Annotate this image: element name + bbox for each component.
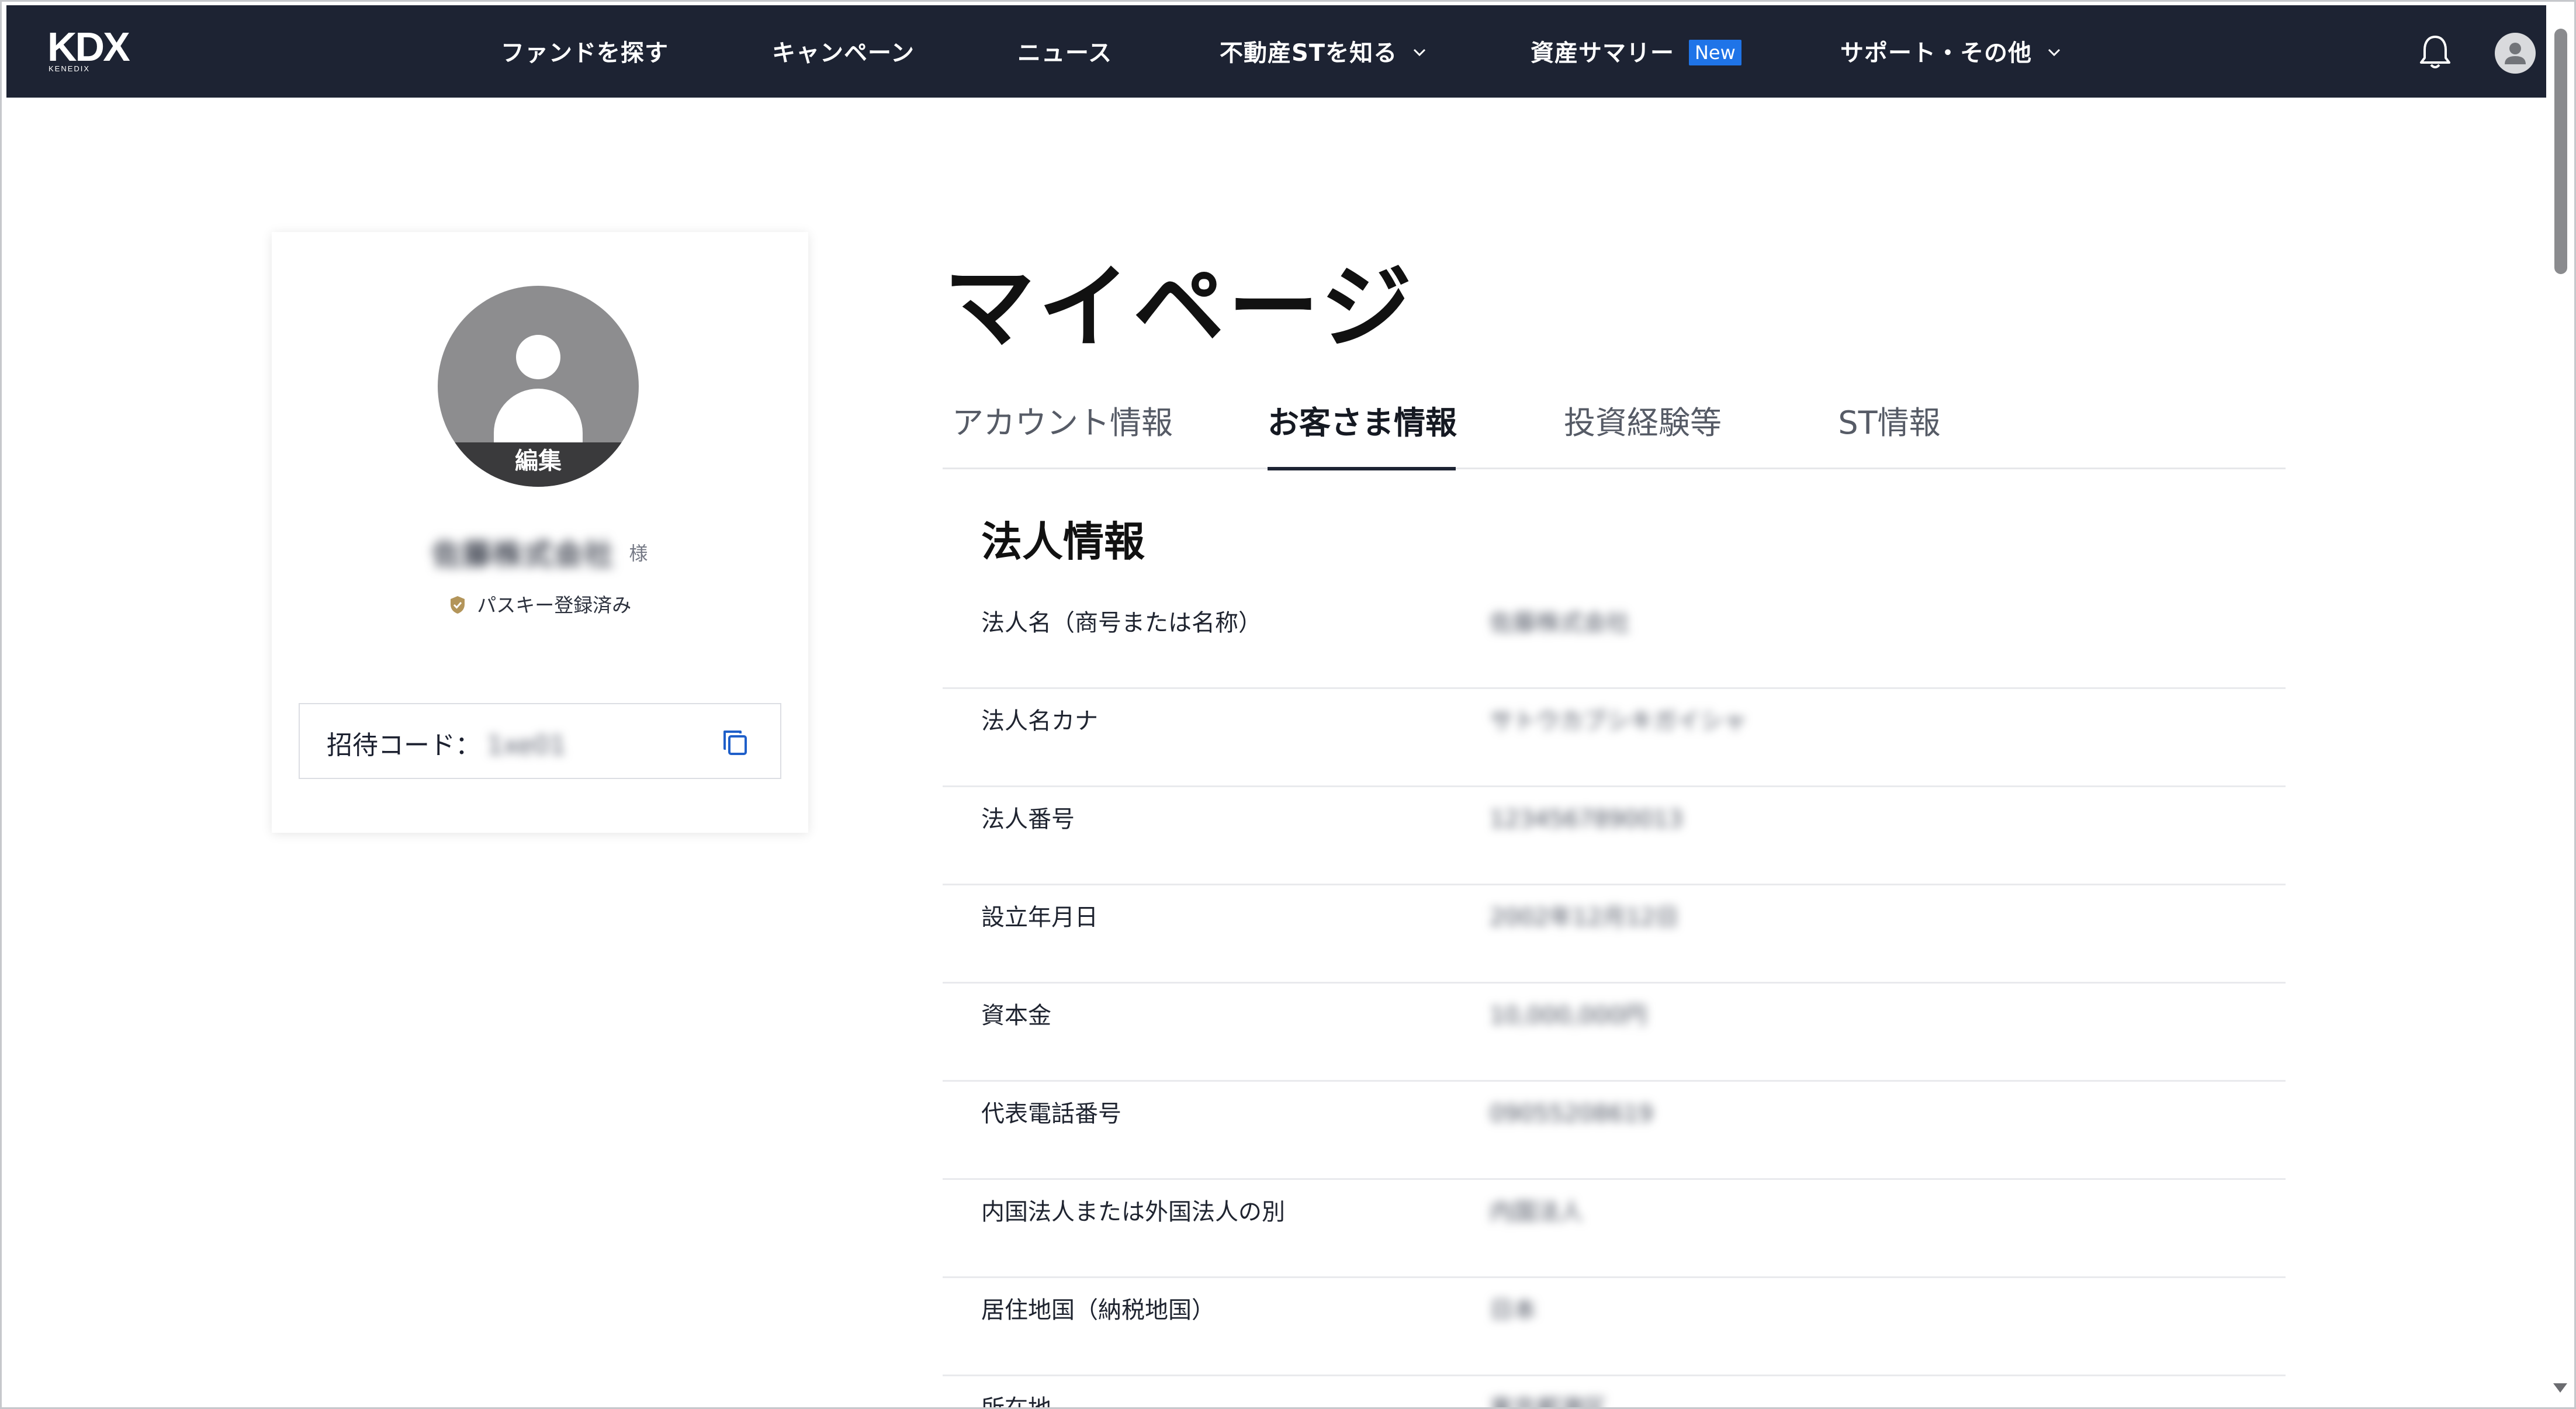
table-row: 資本金 10,000,000円 <box>943 984 2286 1082</box>
browser-viewport: KDX KENEDIX ファンドを探す キャンペーン ニュース 不動産STを知る… <box>0 0 2576 1409</box>
row-value: 1234567890013 <box>1490 806 1683 833</box>
copy-icon[interactable] <box>719 726 751 758</box>
person-icon <box>2505 43 2526 64</box>
profile-avatar[interactable]: 編集 <box>438 286 639 487</box>
tab-customer-info[interactable]: お客さま情報 <box>1268 399 1457 470</box>
tab-account-info[interactable]: アカウント情報 <box>948 399 1176 469</box>
row-label: 法人番号 <box>981 806 1075 833</box>
nav-item-label: ファンドを探す <box>501 40 669 67</box>
invite-code-label: 招待コード： <box>327 731 481 760</box>
table-row: 代表電話番号 09055208619 <box>943 1082 2286 1180</box>
chevron-down-icon <box>2048 49 2060 57</box>
nav-item-label: ニュース <box>1017 40 1112 67</box>
customer-name-row: 佐藤株式会社 様 <box>272 531 808 573</box>
honorific-suffix: 様 <box>629 542 648 565</box>
avatar-head-shape <box>516 335 560 379</box>
nav-item-label: サポート・その他 <box>1840 40 2032 67</box>
nav-item-label: キャンペーン <box>772 40 915 67</box>
row-value: 内国法人 <box>1490 1199 1583 1225</box>
nav-item-find-funds[interactable]: ファンドを探す <box>501 37 669 70</box>
row-value: 10,000,000円 <box>1490 1002 1647 1029</box>
nav-item-campaign[interactable]: キャンペーン <box>772 37 915 70</box>
row-label: 設立年月日 <box>981 904 1098 931</box>
customer-name: 佐藤株式会社 <box>432 538 615 572</box>
table-row: 所在地 東京都港区 <box>943 1376 2286 1409</box>
table-row: 法人名カナ サトウカブシキガイシャ <box>943 689 2286 787</box>
nav-item-support-other[interactable]: サポート・その他 <box>1840 37 2062 70</box>
vertical-scrollbar[interactable] <box>2546 5 2574 1407</box>
mypage-tabs: アカウント情報 お客さま情報 投資経験等 ST情報 <box>943 399 2286 470</box>
row-value: サトウカブシキガイシャ <box>1490 708 1747 735</box>
tab-st-info[interactable]: ST情報 <box>1831 399 1948 469</box>
row-label: 居住地国（納税地国） <box>981 1297 1215 1324</box>
row-label: 所在地 <box>981 1395 1051 1409</box>
passkey-status: パスキー登録済み <box>272 590 808 618</box>
new-badge: New <box>1688 40 1741 65</box>
profile-card: 編集 佐藤株式会社 様 パスキー登録済み 招待コード： 1xe01 <box>272 232 808 833</box>
tab-investment-experience[interactable]: 投資経験等 <box>1561 399 1725 469</box>
nav-item-news[interactable]: ニュース <box>1017 37 1112 70</box>
section-title-corporate-info: 法人情報 <box>981 517 1145 566</box>
nav-item-learn-real-estate-st[interactable]: 不動産STを知る <box>1220 37 1427 70</box>
user-avatar-icon[interactable] <box>2495 33 2536 74</box>
tab-label: ST情報 <box>1838 404 1941 441</box>
row-value: 佐藤株式会社 <box>1490 610 1630 636</box>
table-row: 法人番号 1234567890013 <box>943 787 2286 885</box>
invite-code-box: 招待コード： 1xe01 <box>299 703 781 779</box>
tab-label: お客さま情報 <box>1268 404 1457 441</box>
shield-check-icon <box>450 596 465 614</box>
passkey-status-label: パスキー登録済み <box>477 594 632 617</box>
scrollbar-thumb[interactable] <box>2554 29 2567 274</box>
table-row: 内国法人または外国法人の別 内国法人 <box>943 1180 2286 1278</box>
tab-label: アカウント情報 <box>952 404 1173 441</box>
top-navigation-bar: KDX KENEDIX ファンドを探す キャンペーン ニュース 不動産STを知る… <box>6 5 2546 98</box>
invite-code-row: 招待コード： 1xe01 <box>327 724 566 761</box>
bell-icon[interactable] <box>2418 33 2453 71</box>
row-value: 09055208619 <box>1490 1100 1653 1127</box>
row-label: 内国法人または外国法人の別 <box>981 1199 1285 1225</box>
brand-name: KDX <box>47 24 130 70</box>
avatar-edit-button[interactable]: 編集 <box>438 442 639 487</box>
row-label: 資本金 <box>981 1002 1051 1029</box>
invite-code-value: 1xe01 <box>487 731 566 760</box>
chevron-down-icon <box>1413 49 1426 57</box>
table-row: 法人名（商号または名称） 佐藤株式会社 <box>943 591 2286 689</box>
row-value: 日本 <box>1490 1297 1536 1324</box>
tab-label: 投資経験等 <box>1564 404 1722 441</box>
nav-item-label: 資産サマリー <box>1531 40 1674 67</box>
row-value: 2002年12月12日 <box>1490 904 1679 931</box>
row-label: 法人名（商号または名称） <box>981 610 1262 636</box>
nav-item-asset-summary[interactable]: 資産サマリー New <box>1531 37 1741 70</box>
page-title: マイページ <box>944 254 1415 361</box>
corporate-info-table: 法人名（商号または名称） 佐藤株式会社 法人名カナ サトウカブシキガイシャ 法人… <box>943 591 2286 1409</box>
row-value: 東京都港区 <box>1490 1395 1606 1409</box>
table-row: 居住地国（納税地国） 日本 <box>943 1278 2286 1376</box>
brand-logo[interactable]: KDX KENEDIX <box>47 24 158 75</box>
row-label: 法人名カナ <box>981 708 1098 735</box>
row-label: 代表電話番号 <box>981 1100 1121 1127</box>
nav-item-label: 不動産STを知る <box>1220 40 1398 67</box>
scroll-down-arrow-icon[interactable] <box>2553 1383 2567 1393</box>
table-row: 設立年月日 2002年12月12日 <box>943 885 2286 984</box>
